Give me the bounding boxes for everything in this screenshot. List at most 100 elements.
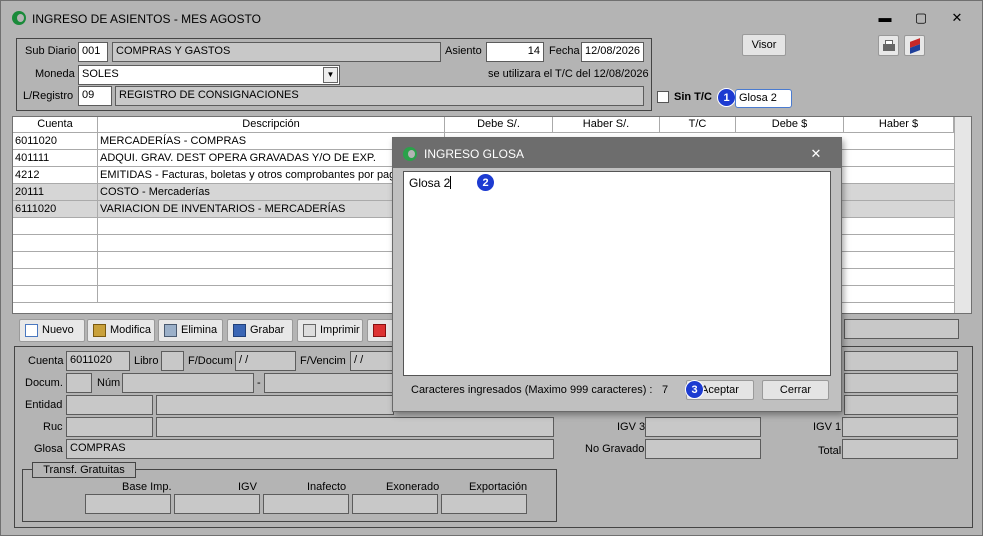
sub-diario-code-field[interactable]: 001 — [78, 42, 108, 62]
inafecto-label: Inafecto — [307, 481, 347, 493]
exonerado-label: Exonerado — [386, 481, 440, 493]
moneda-value: SOLES — [82, 68, 119, 80]
new-document-icon — [25, 324, 38, 337]
lregistro-name-field: REGISTRO DE CONSIGNACIONES — [115, 86, 644, 106]
sin-tc-checkbox[interactable] — [657, 91, 669, 103]
igv3-field[interactable] — [645, 417, 761, 437]
entidad-code-field[interactable] — [66, 395, 153, 415]
igv3-label: IGV 3 — [617, 421, 646, 433]
libro-field[interactable] — [161, 351, 184, 371]
chevron-down-icon[interactable]: ▼ — [323, 67, 338, 83]
ruc-name-field — [156, 417, 554, 437]
fdocum-field[interactable]: / / — [235, 351, 296, 371]
asiento-field[interactable]: 14 — [486, 42, 544, 62]
sin-tc-label: Sin T/C — [674, 91, 712, 103]
igv-field[interactable] — [174, 494, 260, 514]
step-badge-2: 2 — [476, 173, 495, 192]
moneda-label: Moneda — [35, 68, 75, 80]
modifica-label: Modifica — [110, 324, 151, 336]
docum-field[interactable] — [66, 373, 92, 393]
fecha-label: Fecha — [549, 45, 580, 57]
tc-note: se utilizara el T/C del 12/08/2026 — [488, 68, 649, 80]
col-header-tc: T/C — [660, 117, 736, 133]
transf-gratuitas-title: Transf. Gratuitas — [32, 462, 136, 478]
maximize-button[interactable]: ▢ — [911, 9, 931, 27]
char-counter-value: 7 — [662, 384, 669, 396]
col-header-descripcion: Descripción — [98, 117, 445, 133]
no-gravado-field[interactable] — [645, 439, 761, 459]
nuevo-label: Nuevo — [42, 324, 74, 336]
exonerado-field[interactable] — [352, 494, 438, 514]
step-badge-1: 1 — [717, 88, 736, 107]
exit-icon — [373, 324, 386, 337]
print-icon[interactable] — [878, 35, 899, 56]
imprimir-button[interactable]: Imprimir — [297, 319, 363, 342]
exportacion-label: Exportación — [469, 481, 528, 493]
col-header-debe-soles: Debe S/. — [445, 117, 553, 133]
step-badge-3: 3 — [685, 380, 704, 399]
fvencim-label: F/Vencim — [300, 355, 346, 367]
fdocum-label: F/Docum — [188, 355, 233, 367]
export-icon[interactable] — [904, 35, 925, 56]
col-header-cuenta: Cuenta — [13, 117, 98, 133]
exportacion-field[interactable] — [441, 494, 527, 514]
grabar-button[interactable]: Grabar — [227, 319, 293, 342]
entidad-label: Entidad — [25, 399, 63, 411]
igv1-field[interactable] — [842, 417, 958, 437]
elimina-label: Elimina — [181, 324, 218, 336]
elimina-button[interactable]: Elimina — [158, 319, 223, 342]
cell-cuenta: 6011020 — [13, 133, 98, 150]
window-title: INGRESO DE ASIENTOS - MES AGOSTO — [32, 12, 261, 26]
save-icon — [233, 324, 246, 337]
num-series-field[interactable] — [122, 373, 254, 393]
num-number-field[interactable] — [264, 373, 394, 393]
dialog-close-icon[interactable]: ✕ — [807, 146, 825, 162]
minimize-button[interactable]: ▬ — [875, 9, 895, 27]
glosa-text: Glosa 2 — [409, 176, 451, 190]
no-gravado-label: No Gravado — [585, 443, 645, 455]
ruc-label: Ruc — [43, 421, 63, 433]
printer-icon — [303, 324, 316, 337]
right-field-1 — [844, 351, 958, 371]
edit-icon — [93, 324, 106, 337]
lregistro-code-field[interactable]: 09 — [78, 86, 112, 106]
cell-cuenta: 6111020 — [13, 201, 98, 218]
glosa-button[interactable]: Glosa 2 — [735, 89, 792, 108]
fvencim-field[interactable]: / / — [350, 351, 394, 371]
modifica-button[interactable]: Modifica — [87, 319, 155, 342]
title-bar: INGRESO DE ASIENTOS - MES AGOSTO ▬ ▢ ✕ — [1, 1, 982, 35]
fecha-field[interactable]: 12/08/2026 — [581, 42, 644, 62]
igv1-label: IGV 1 — [813, 421, 842, 433]
base-imp-field[interactable] — [85, 494, 171, 514]
glosa-dialog: INGRESO GLOSA ✕ Glosa 2 2 Caracteres ing… — [392, 137, 842, 412]
cuenta-field[interactable]: 6011020 — [66, 351, 130, 371]
cuenta-label: Cuenta — [28, 355, 64, 367]
nuevo-button[interactable]: Nuevo — [19, 319, 85, 342]
cerrar-button[interactable]: Cerrar — [762, 380, 829, 400]
num-label: Núm — [97, 377, 121, 389]
glosa-field[interactable]: COMPRAS — [66, 439, 554, 459]
inafecto-field[interactable] — [263, 494, 349, 514]
grabar-label: Grabar — [250, 324, 285, 336]
libro-label: Libro — [134, 355, 159, 367]
glosa-label: Glosa — [34, 443, 63, 455]
dialog-title-bar: INGRESO GLOSA ✕ — [393, 138, 841, 168]
ruc-field[interactable] — [66, 417, 153, 437]
visor-button[interactable]: Visor — [742, 34, 786, 56]
igv-label: IGV — [238, 481, 257, 493]
sub-diario-label: Sub Diario — [25, 45, 77, 57]
total-label: Total — [818, 445, 842, 457]
glosa-textarea[interactable]: Glosa 2 — [403, 171, 831, 376]
dialog-logo-icon — [403, 147, 417, 161]
trash-icon — [164, 324, 177, 337]
col-header-haber-dolares: Haber $ — [844, 117, 954, 133]
num-dash: - — [257, 377, 261, 389]
close-button[interactable]: ✕ — [947, 9, 967, 27]
moneda-select[interactable]: SOLES ▼ — [78, 65, 340, 85]
cell-cuenta: 401111 — [13, 150, 98, 167]
lregistro-label: L/Registro — [23, 90, 74, 102]
dialog-title: INGRESO GLOSA — [424, 147, 525, 161]
table-scrollbar[interactable] — [954, 117, 971, 313]
base-imp-label: Base Imp. — [122, 481, 172, 493]
right-field-3 — [844, 395, 958, 415]
